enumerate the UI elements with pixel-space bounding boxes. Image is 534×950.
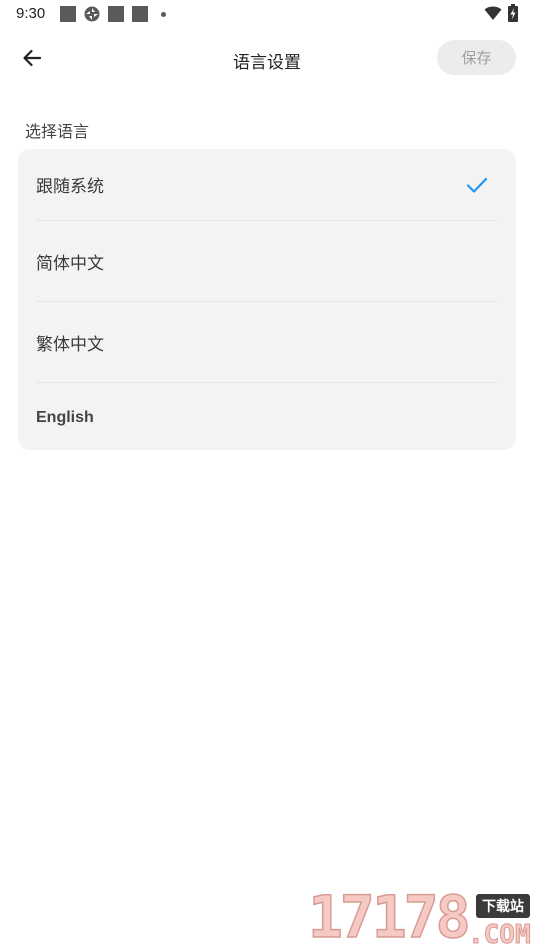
language-label: 跟随系统 [36, 177, 104, 197]
language-list: 跟随系统 简体中文 繁体中文 English [18, 149, 516, 450]
watermark-domain: .COM [468, 920, 532, 950]
notification-square-icon [108, 6, 124, 22]
notification-square-icon [132, 6, 148, 22]
language-label: English [36, 409, 94, 426]
language-item-simplified-chinese[interactable]: 简体中文 [36, 220, 498, 301]
save-button[interactable]: 保存 [437, 40, 516, 75]
language-item-english[interactable]: English [36, 382, 498, 450]
wifi-icon [484, 6, 502, 20]
sync-icon [84, 6, 100, 22]
language-label: 简体中文 [36, 253, 104, 274]
status-time: 9:30 [16, 5, 46, 22]
watermark-logo: 17178 下载站 .COM [307, 883, 534, 950]
dot-icon [161, 12, 166, 17]
notification-square-icon [60, 6, 76, 22]
status-bar: 9:30 [0, 0, 534, 28]
language-item-traditional-chinese[interactable]: 繁体中文 [36, 301, 498, 382]
watermark-digits: 17178 [307, 883, 471, 950]
battery-charging-icon [508, 4, 518, 22]
check-icon [466, 177, 488, 193]
watermark-badge: 下载站 [476, 894, 530, 918]
screen: 9:30 语言设置 保存 选择语言 跟随系统 简体中文 繁体中文 English… [0, 0, 534, 950]
section-label: 选择语言 [25, 122, 90, 141]
language-item-follow-system[interactable]: 跟随系统 [36, 149, 498, 220]
app-bar: 语言设置 保存 [0, 28, 534, 88]
language-label: 繁体中文 [36, 334, 104, 355]
